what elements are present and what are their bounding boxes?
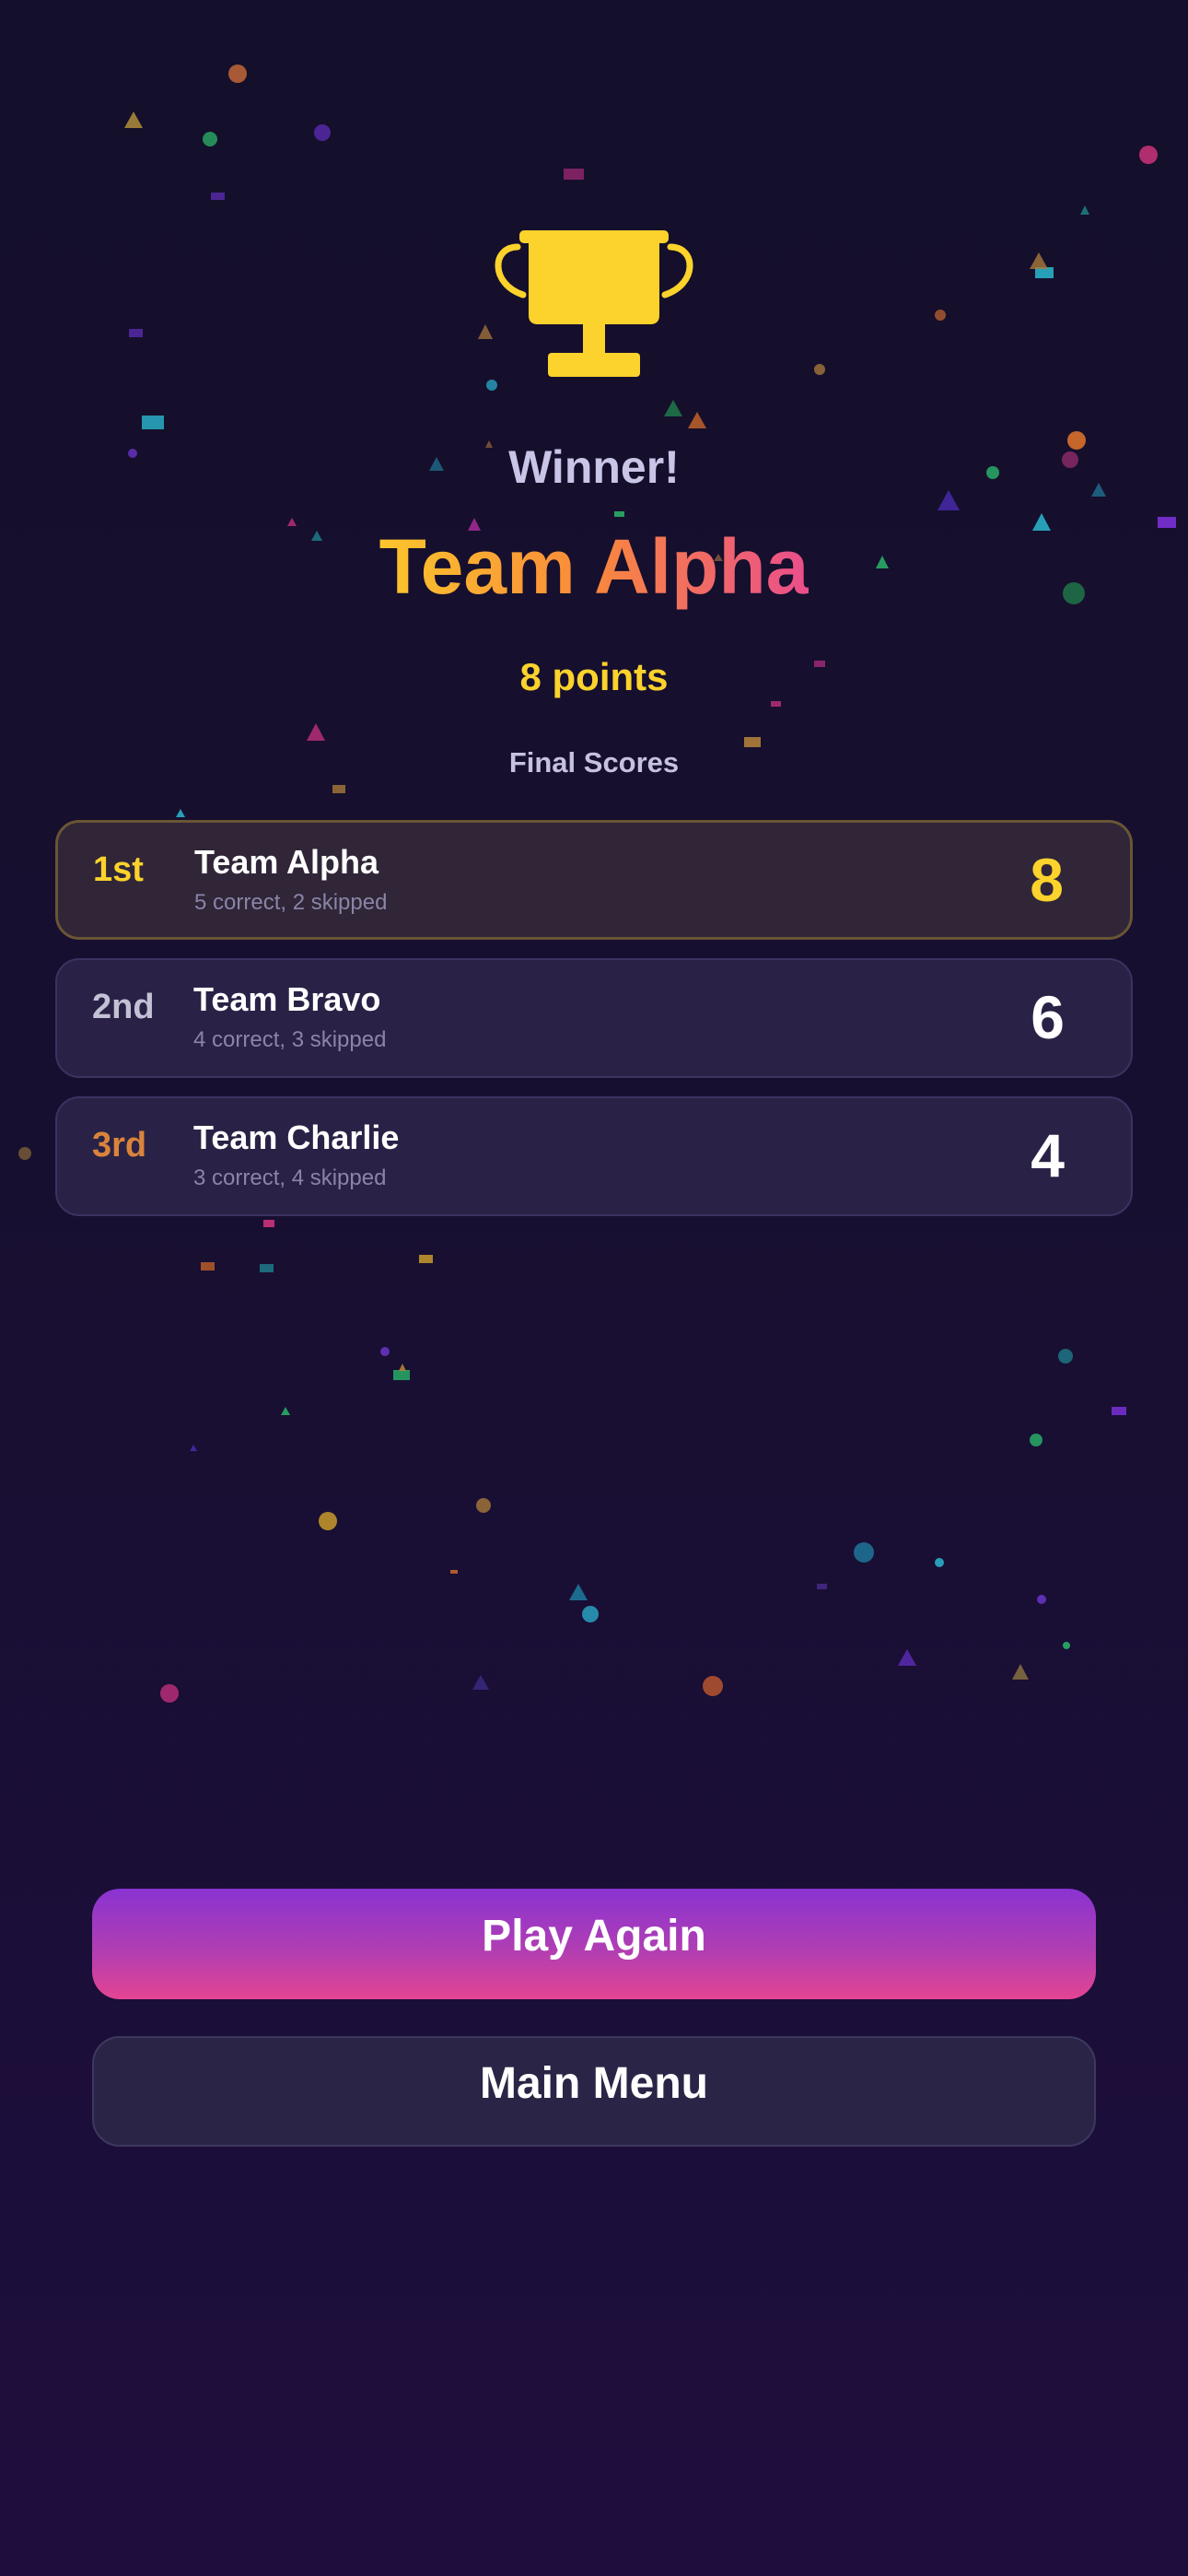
- team-name: Team Bravo: [193, 980, 381, 1018]
- rank-label: 2nd: [92, 988, 155, 1026]
- score-row-first: 1st Team Alpha 5 correct, 2 skipped 8: [55, 820, 1133, 940]
- team-stats: 3 correct, 4 skipped: [193, 1165, 387, 1190]
- final-scores-title: Final Scores: [508, 746, 680, 779]
- score-row-second: 2nd Team Bravo 4 correct, 3 skipped 6: [55, 958, 1133, 1078]
- score-row-third: 3rd Team Charlie 3 correct, 4 skipped 4: [55, 1096, 1133, 1216]
- trophy-icon: [495, 230, 693, 377]
- team-score: 4: [1031, 1121, 1065, 1189]
- team-name: Team Charlie: [193, 1118, 400, 1156]
- winner-team-name: Team Alpha: [0, 521, 1188, 613]
- team-name: Team Alpha: [194, 843, 379, 881]
- main-menu-button[interactable]: Main Menu: [92, 2036, 1096, 2147]
- team-stats: 5 correct, 2 skipped: [194, 890, 388, 915]
- team-stats: 4 correct, 3 skipped: [193, 1027, 387, 1052]
- rank-label: 1st: [93, 850, 144, 889]
- winner-label: Winner!: [508, 441, 680, 493]
- winner-team-text: Team Alpha: [379, 523, 809, 610]
- team-score: 6: [1031, 983, 1065, 1051]
- winner-points: 8 points: [519, 655, 669, 698]
- team-score: 8: [1030, 846, 1064, 914]
- play-again-button[interactable]: Play Again: [92, 1889, 1096, 1999]
- rank-label: 3rd: [92, 1126, 147, 1165]
